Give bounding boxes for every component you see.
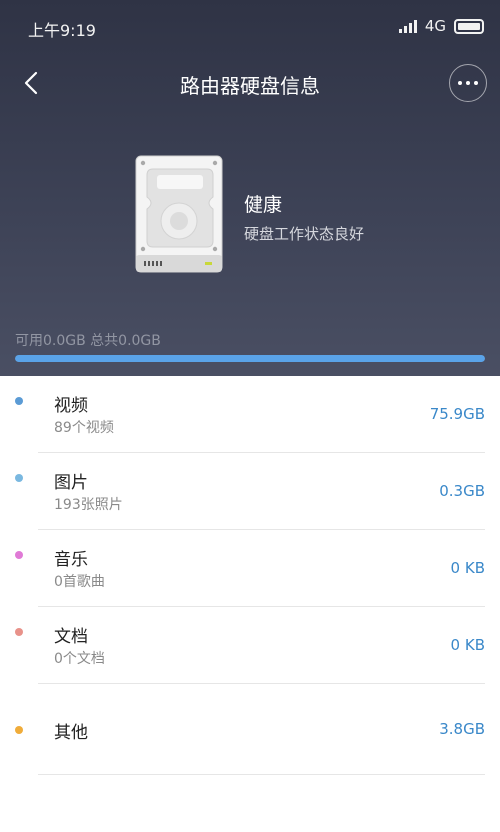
category-size: 0.3GB (439, 482, 485, 500)
category-count: 89个视频 (54, 420, 114, 436)
status-indicators: 4G (398, 17, 484, 35)
category-size: 3.8GB (439, 720, 485, 738)
category-dot (15, 397, 23, 405)
status-bar: 上午9:19 4G (0, 0, 500, 54)
category-list: 视频 89个视频 75.9GB 图片 193张照片 0.3GB 音乐 0首歌曲 … (0, 376, 500, 775)
battery-icon (454, 18, 484, 34)
capacity-progress-fill (15, 355, 485, 362)
category-dot (15, 628, 23, 636)
divider (38, 774, 485, 775)
page-title: 路由器硬盘信息 (180, 74, 320, 98)
hard-drive-icon (135, 155, 223, 273)
category-dot (15, 474, 23, 482)
category-dot (15, 551, 23, 559)
capacity-text: 可用0.0GB 总共0.0GB (15, 333, 161, 349)
nav-bar: 路由器硬盘信息 (0, 54, 500, 114)
category-name: 视频 (54, 396, 88, 416)
more-button[interactable] (449, 64, 487, 102)
category-name: 文档 (54, 627, 88, 647)
category-size: 75.9GB (429, 405, 485, 423)
category-name: 音乐 (54, 550, 88, 570)
health-status-desc: 硬盘工作状态良好 (244, 225, 365, 243)
more-horizontal-icon (458, 81, 462, 85)
category-count: 0首歌曲 (54, 574, 105, 590)
signal-icon (398, 19, 417, 33)
capacity-progress-bar (15, 355, 485, 362)
health-status-title: 健康 (244, 194, 283, 216)
category-item-other[interactable]: 其他 3.8GB (0, 684, 500, 775)
category-size: 0 KB (450, 636, 485, 654)
header: 上午9:19 4G 路由器硬盘信息 健康 硬盘工作状态良好 可用0.0GB 总共… (0, 0, 500, 376)
category-count: 0个文档 (54, 651, 105, 667)
status-time: 上午9:19 (28, 21, 96, 40)
category-dot (15, 726, 23, 734)
category-item-video[interactable]: 视频 89个视频 75.9GB (0, 376, 500, 453)
category-name: 图片 (54, 473, 88, 493)
category-item-documents[interactable]: 文档 0个文档 0 KB (0, 607, 500, 684)
category-item-music[interactable]: 音乐 0首歌曲 0 KB (0, 530, 500, 607)
category-size: 0 KB (450, 559, 485, 577)
network-type: 4G (424, 17, 446, 35)
category-name: 其他 (54, 723, 88, 743)
category-item-pictures[interactable]: 图片 193张照片 0.3GB (0, 453, 500, 530)
category-count: 193张照片 (54, 497, 123, 513)
